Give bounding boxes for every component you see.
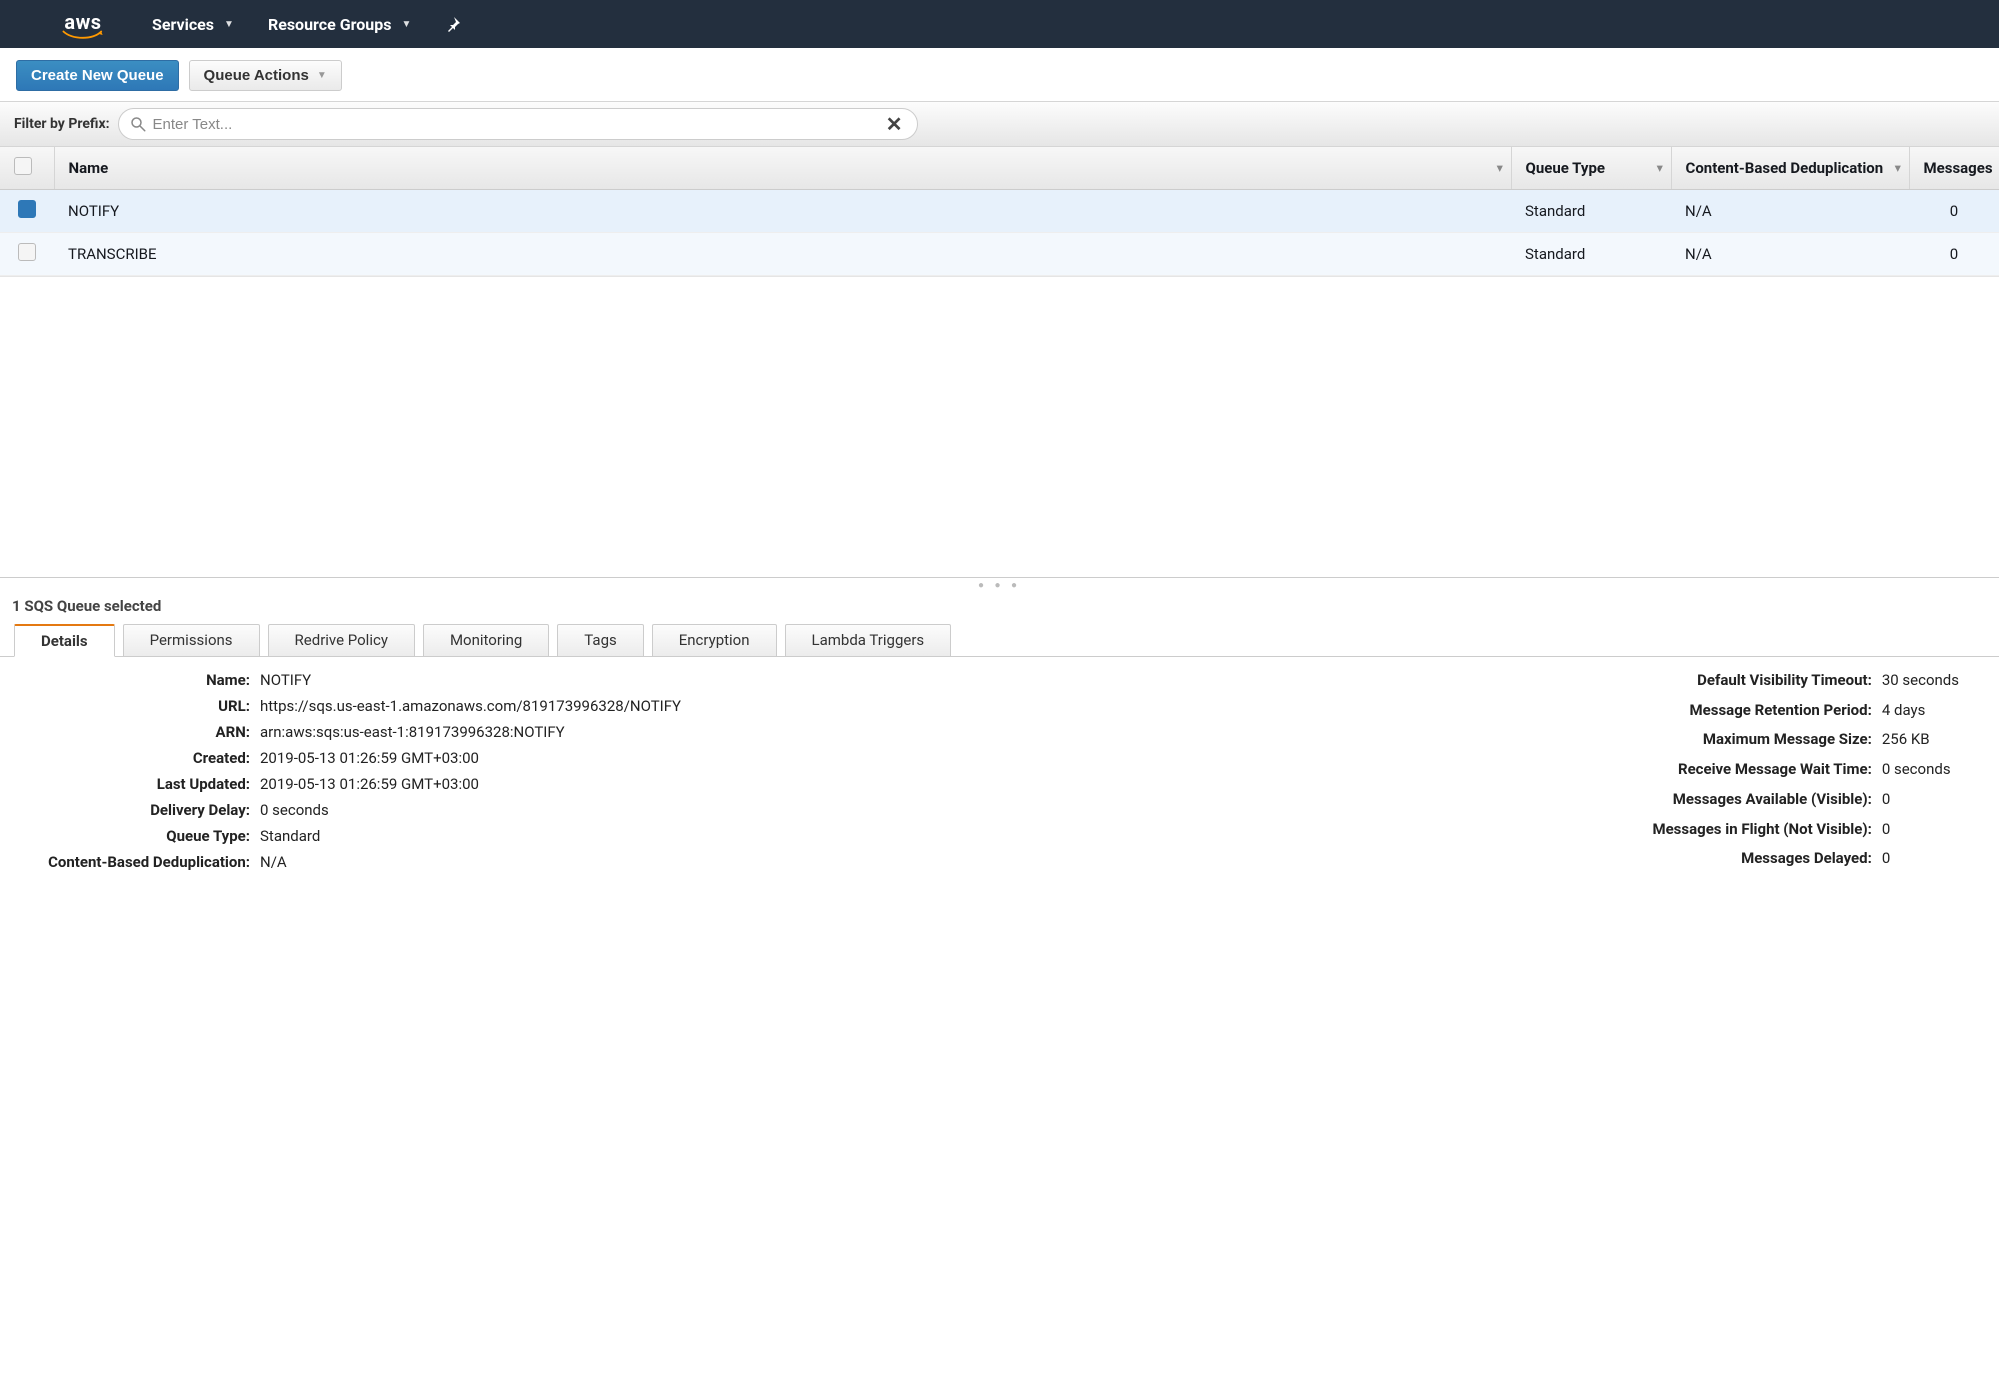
tab-monitoring[interactable]: Monitoring <box>423 624 549 657</box>
header-messages[interactable]: Messages <box>1909 147 1999 190</box>
detail-value: 0 <box>1882 849 1959 871</box>
sort-icon: ▾ <box>1657 162 1663 175</box>
detail-key: Messages Delayed: <box>1552 849 1872 871</box>
tab-permissions[interactable]: Permissions <box>123 624 260 657</box>
pin-icon <box>445 16 461 32</box>
detail-key: Maximum Message Size: <box>1552 730 1872 752</box>
queue-actions-button[interactable]: Queue Actions ▼ <box>189 60 342 91</box>
top-navbar: aws Services ▼ Resource Groups ▼ <box>0 0 1999 48</box>
aws-logo-text: aws <box>64 12 101 32</box>
queue-actions-label: Queue Actions <box>204 67 309 84</box>
header-dedup-label: Content-Based Deduplication <box>1686 159 1884 177</box>
nav-resource-groups-label: Resource Groups <box>268 15 392 34</box>
detail-value: NOTIFY <box>260 671 681 689</box>
header-name[interactable]: Name ▾ <box>54 147 1511 190</box>
select-all-checkbox[interactable] <box>14 157 32 175</box>
detail-key: Default Visibility Timeout: <box>1552 671 1872 693</box>
filter-input[interactable] <box>147 116 882 133</box>
detail-key: Message Retention Period: <box>1552 701 1872 723</box>
chevron-down-icon: ▼ <box>224 19 234 30</box>
queue-table-wrap: Name ▾ Queue Type ▾ Content-Based Dedupl… <box>0 147 1999 277</box>
row-checkbox-cell[interactable] <box>0 233 54 276</box>
detail-value: N/A <box>260 853 681 871</box>
details-right: Default Visibility Timeout: 30 seconds Mes… <box>1552 671 1959 871</box>
queue-table: Name ▾ Queue Type ▾ Content-Based Dedupl… <box>0 147 1999 276</box>
detail-key: Receive Message Wait Time: <box>1552 760 1872 782</box>
pin-shortcut[interactable] <box>445 16 461 32</box>
aws-smile-icon <box>62 30 104 40</box>
detail-value: 0 <box>1882 790 1959 812</box>
panel-selection-text: 1 SQS Queue selected <box>0 591 1999 623</box>
details-tabbar: DetailsPermissionsRedrive PolicyMonitori… <box>0 623 1999 657</box>
detail-value: 30 seconds <box>1882 671 1959 693</box>
tab-encryption[interactable]: Encryption <box>652 624 777 657</box>
detail-value: https://sqs.us-east-1.amazonaws.com/8191… <box>260 697 681 715</box>
tab-tags[interactable]: Tags <box>557 624 643 657</box>
row-checkbox[interactable] <box>18 243 36 261</box>
detail-value: 2019-05-13 01:26:59 GMT+03:00 <box>260 775 681 793</box>
details-panel: Name: NOTIFY URL: https://sqs.us-east-1.ama… <box>0 657 1999 901</box>
detail-value: 2019-05-13 01:26:59 GMT+03:00 <box>260 749 681 767</box>
tab-details[interactable]: Details <box>14 624 115 657</box>
detail-value: 0 <box>1882 820 1959 842</box>
table-row[interactable]: TRANSCRIBEStandardN/A0 <box>0 233 1999 276</box>
aws-logo[interactable]: aws <box>62 12 104 40</box>
panel-drag-handle[interactable]: ● ● ● <box>0 577 1999 591</box>
clear-icon[interactable]: ✕ <box>882 112 907 136</box>
detail-value: 0 seconds <box>1882 760 1959 782</box>
chevron-down-icon: ▼ <box>317 70 327 81</box>
row-messages: 0 <box>1909 233 1999 276</box>
table-row[interactable]: NOTIFYStandardN/A0 <box>0 190 1999 233</box>
row-messages: 0 <box>1909 190 1999 233</box>
row-name: TRANSCRIBE <box>54 233 1511 276</box>
row-checkbox[interactable] <box>18 200 36 218</box>
detail-key: URL: <box>10 697 250 715</box>
filter-label: Filter by Prefix: <box>14 116 110 132</box>
detail-key: Messages Available (Visible): <box>1552 790 1872 812</box>
toolbar: Create New Queue Queue Actions ▼ <box>0 48 1999 101</box>
details-left: Name: NOTIFY URL: https://sqs.us-east-1.ama… <box>10 671 681 871</box>
row-dedup: N/A <box>1671 190 1909 233</box>
row-queue-type: Standard <box>1511 233 1671 276</box>
row-queue-type: Standard <box>1511 190 1671 233</box>
filter-input-wrap: ✕ <box>118 108 918 140</box>
header-name-label: Name <box>69 159 109 177</box>
row-checkbox-cell[interactable] <box>0 190 54 233</box>
detail-value: 256 KB <box>1882 730 1959 752</box>
search-icon <box>129 115 147 133</box>
detail-key: Content-Based Deduplication: <box>10 853 250 871</box>
tab-lambda-triggers[interactable]: Lambda Triggers <box>785 624 952 657</box>
spacer <box>0 277 1999 577</box>
row-dedup: N/A <box>1671 233 1909 276</box>
header-queue-type[interactable]: Queue Type ▾ <box>1511 147 1671 190</box>
chevron-down-icon: ▼ <box>401 19 411 30</box>
filter-bar: Filter by Prefix: ✕ <box>0 101 1999 147</box>
create-queue-button[interactable]: Create New Queue <box>16 60 179 91</box>
header-messages-label: Messages <box>1924 159 1993 177</box>
sort-icon: ▾ <box>1895 162 1901 175</box>
nav-services[interactable]: Services ▼ <box>152 15 234 34</box>
sort-icon: ▾ <box>1497 162 1503 175</box>
detail-value: Standard <box>260 827 681 845</box>
detail-value: arn:aws:sqs:us-east-1:819173996328:NOTIF… <box>260 723 681 741</box>
header-dedup[interactable]: Content-Based Deduplication ▾ <box>1671 147 1909 190</box>
detail-key: Name: <box>10 671 250 689</box>
header-checkbox-cell[interactable] <box>0 147 54 190</box>
detail-value: 0 seconds <box>260 801 681 819</box>
row-name: NOTIFY <box>54 190 1511 233</box>
detail-key: Queue Type: <box>10 827 250 845</box>
nav-services-label: Services <box>152 15 214 34</box>
nav-resource-groups[interactable]: Resource Groups ▼ <box>268 15 411 34</box>
header-queue-type-label: Queue Type <box>1526 159 1606 177</box>
detail-value: 4 days <box>1882 701 1959 723</box>
detail-key: ARN: <box>10 723 250 741</box>
tab-redrive-policy[interactable]: Redrive Policy <box>268 624 415 657</box>
detail-key: Delivery Delay: <box>10 801 250 819</box>
detail-key: Created: <box>10 749 250 767</box>
detail-key: Messages in Flight (Not Visible): <box>1552 820 1872 842</box>
detail-key: Last Updated: <box>10 775 250 793</box>
